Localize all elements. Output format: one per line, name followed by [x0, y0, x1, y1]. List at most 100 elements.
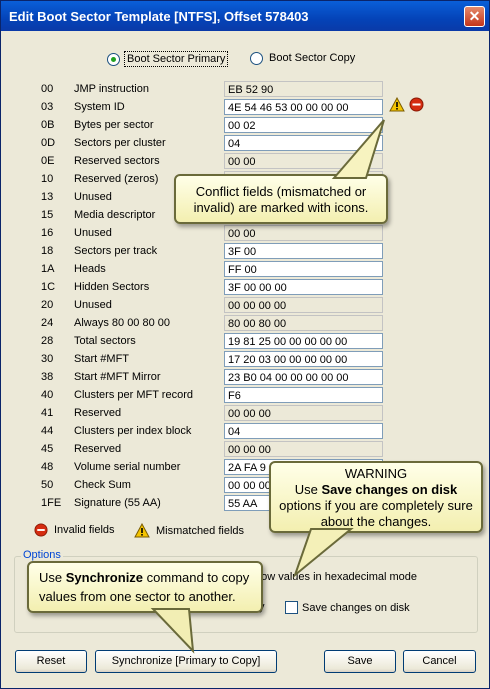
field-name: Reserved — [74, 443, 122, 455]
callout-warning-rest: options if you are completely sure about… — [279, 498, 473, 529]
field-value-input: 00 00 00 — [224, 441, 383, 457]
field-name: Reserved — [74, 407, 122, 419]
field-name: Sectors per track — [74, 245, 158, 257]
reset-button[interactable]: Reset — [15, 650, 87, 673]
callout-sync-text: Use Synchronize command to copy values f… — [29, 563, 261, 611]
field-row: 30 Start #MFT 17 20 03 00 00 00 00 00 — [4, 351, 486, 369]
callout-warning: WARNING Use Save changes on disk options… — [269, 461, 483, 579]
field-value-input[interactable]: 17 20 03 00 00 00 00 00 — [224, 351, 383, 367]
field-name: Check Sum — [74, 479, 131, 491]
field-row: 18 Sectors per track 3F 00 — [4, 243, 486, 261]
field-row: 20 Unused 00 00 00 00 — [4, 297, 486, 315]
field-name: Unused — [74, 299, 112, 311]
radio-boot-sector-copy[interactable]: Boot Sector Copy — [250, 51, 357, 65]
field-value-input: 00 00 00 00 — [224, 297, 383, 313]
field-row: 41 Reserved 00 00 00 — [4, 405, 486, 423]
field-name: Heads — [74, 263, 106, 275]
field-row: 1A Heads FF 00 — [4, 261, 486, 279]
callout-warning-title: WARNING — [344, 466, 408, 481]
field-name: Hidden Sectors — [74, 281, 150, 293]
field-name: Start #MFT Mirror — [74, 371, 161, 383]
field-name: Sectors per cluster — [74, 137, 166, 149]
field-value-input[interactable]: F6 — [224, 387, 383, 403]
field-value-input: 00 00 00 — [224, 405, 383, 421]
field-row: 45 Reserved 00 00 00 — [4, 441, 486, 459]
window-title: Edit Boot Sector Template [NTFS], Offset… — [9, 9, 309, 24]
callout-sync-bold: Synchronize — [65, 570, 144, 585]
field-offset: 18 — [41, 245, 54, 257]
warning-icon — [134, 523, 150, 538]
field-offset: 1C — [41, 281, 56, 293]
radio-indicator[interactable] — [107, 52, 120, 66]
field-row: 38 Start #MFT Mirror 23 B0 04 00 00 00 00 … — [4, 369, 486, 387]
field-value-input[interactable]: 3F 00 — [224, 243, 383, 259]
legend-mismatched: Mismatched fields — [134, 523, 244, 538]
checkbox-box[interactable] — [285, 601, 298, 614]
field-offset: 40 — [41, 389, 54, 401]
field-name: Unused — [74, 227, 112, 239]
radio-indicator[interactable] — [250, 51, 263, 65]
field-offset: 38 — [41, 371, 54, 383]
field-row: 16 Unused 00 00 — [4, 225, 486, 243]
callout-conflict: Conflict fields (mismatched or invalid) … — [174, 119, 388, 224]
field-row: 0B Bytes per sector 00 02 — [4, 117, 486, 135]
field-name: Reserved (zeros) — [74, 173, 159, 185]
radio-label: Boot Sector Copy — [269, 52, 356, 64]
field-row: 40 Clusters per MFT record F6 — [4, 387, 486, 405]
field-offset: 16 — [41, 227, 54, 239]
field-offset: 15 — [41, 209, 54, 221]
field-row: 28 Total sectors 19 81 25 00 00 00 00 00 — [4, 333, 486, 351]
field-value-input[interactable]: FF 00 — [224, 261, 383, 277]
callout-warning-text: WARNING Use Save changes on disk options… — [271, 463, 481, 533]
field-value-input[interactable]: 23 B0 04 00 00 00 00 00 — [224, 369, 383, 385]
title-bar[interactable]: Edit Boot Sector Template [NTFS], Offset… — [1, 1, 489, 31]
callout-synchronize: Use Synchronize command to copy values f… — [27, 561, 263, 654]
field-value-input[interactable]: 4E 54 46 53 00 00 00 00 — [224, 99, 383, 115]
legend-mismatched-label: Mismatched fields — [156, 524, 245, 537]
field-name: Reserved sectors — [74, 155, 160, 167]
cancel-button[interactable]: Cancel — [403, 650, 476, 673]
field-offset: 45 — [41, 443, 54, 455]
field-value-input[interactable]: 04 — [224, 423, 383, 439]
field-offset: 13 — [41, 191, 54, 203]
legend-invalid: Invalid fields — [34, 523, 115, 537]
field-value-input[interactable]: 3F 00 00 00 — [224, 279, 383, 295]
close-icon[interactable]: ✕ — [464, 6, 485, 27]
field-offset: 03 — [41, 101, 54, 113]
field-row: 24 Always 80 00 80 00 80 00 80 00 — [4, 315, 486, 333]
field-offset: 10 — [41, 173, 54, 185]
field-row: 44 Clusters per index block 04 — [4, 423, 486, 441]
warning-icon — [389, 97, 405, 112]
field-value-input: EB 52 90 — [224, 81, 383, 97]
dialog-body: Boot Sector Primary Boot Sector Copy 00 J… — [4, 31, 486, 685]
field-name: Signature (55 AA) — [74, 497, 161, 509]
field-offset: 48 — [41, 461, 54, 473]
field-offset: 1A — [41, 263, 55, 275]
field-name: JMP instruction — [74, 83, 149, 95]
field-offset: 41 — [41, 407, 54, 419]
field-name: Volume serial number — [74, 461, 181, 473]
field-row: 0D Sectors per cluster 04 — [4, 135, 486, 153]
field-offset: 44 — [41, 425, 54, 437]
field-name: Start #MFT — [74, 353, 130, 365]
save-button[interactable]: Save — [324, 650, 396, 673]
field-value-input[interactable]: 19 81 25 00 00 00 00 00 — [224, 333, 383, 349]
field-offset: 28 — [41, 335, 54, 347]
field-offset: 00 — [41, 83, 54, 95]
field-offset: 0B — [41, 119, 55, 131]
field-name: Bytes per sector — [74, 119, 154, 131]
callout-warning-bold: Save changes on disk — [321, 482, 458, 497]
field-offset: 30 — [41, 353, 54, 365]
field-name: Total sectors — [74, 335, 136, 347]
field-offset: 1FE — [41, 497, 62, 509]
callout-pointer — [331, 119, 385, 179]
save-changes-checkbox[interactable]: Save changes on disk — [285, 601, 410, 614]
field-offset: 50 — [41, 479, 54, 491]
field-name: Media descriptor — [74, 209, 156, 221]
error-icon — [34, 523, 48, 537]
callout-pointer — [150, 608, 195, 654]
radio-boot-sector-primary[interactable]: Boot Sector Primary — [107, 51, 229, 67]
field-offset: 20 — [41, 299, 54, 311]
field-row: 1C Hidden Sectors 3F 00 00 00 — [4, 279, 486, 297]
dialog-window: Edit Boot Sector Template [NTFS], Offset… — [0, 0, 490, 689]
